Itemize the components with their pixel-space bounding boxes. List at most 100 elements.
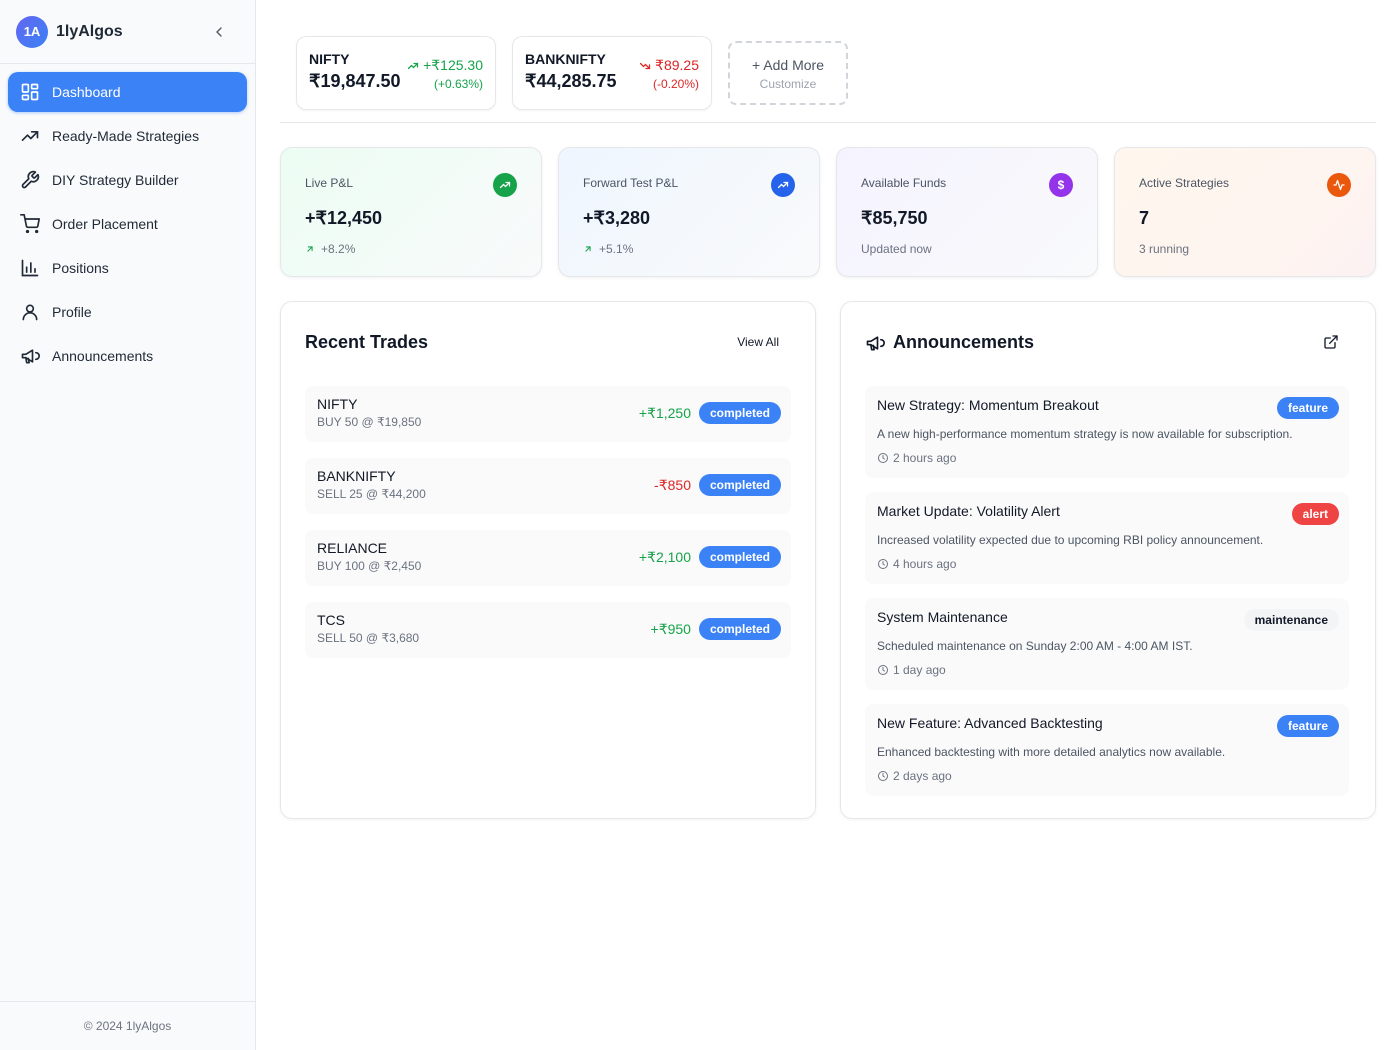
announcement-tag: alert: [1291, 503, 1339, 525]
stat-label: Forward Test P&L: [583, 176, 679, 190]
dollar-icon: $: [1049, 173, 1073, 197]
stat-value: 7: [1139, 208, 1150, 228]
trending-up-icon: [21, 131, 39, 141]
announcement-description: A new high-performance momentum strategy…: [877, 427, 1293, 441]
add-more-label: + Add More: [752, 57, 824, 73]
stat-card-live-pnl: Live P&L +₹12,450 +8.2%: [280, 147, 542, 277]
sidebar-nav: Dashboard Ready-Made Strategies DIY Stra…: [0, 64, 255, 388]
dashboard-icon: [21, 83, 39, 101]
arrow-up-right-icon: [307, 246, 313, 252]
trade-row[interactable]: RELIANCE BUY 100 @ ₹2,450 +₹2,100 comple…: [305, 530, 791, 586]
add-more-sublabel: Customize: [759, 77, 817, 91]
stat-value: ₹85,750: [861, 208, 928, 228]
trade-result: +₹1,250 completed: [639, 402, 781, 424]
sidebar-item-label: Order Placement: [52, 216, 158, 232]
user-icon: [22, 304, 38, 321]
trade-pnl: +₹950: [650, 620, 691, 637]
sidebar-item-label: Positions: [52, 260, 109, 276]
market-ticker-bar: NIFTY ₹19,847.50 +₹125.30 (+0.63%) BANKN…: [280, 0, 1376, 123]
announcement-item[interactable]: System Maintenance Scheduled maintenance…: [865, 598, 1349, 690]
announcement-tag: maintenance: [1243, 609, 1339, 631]
ticker-change-percent: (-0.20%): [652, 77, 699, 91]
announcement-item[interactable]: Market Update: Volatility Alert Increase…: [865, 492, 1349, 584]
stat-card-forward-test-pnl: Forward Test P&L +₹3,280 +5.1%: [558, 147, 820, 277]
announcement-time: 2 days ago: [877, 769, 1337, 783]
ticker-change-value: ₹89.25: [655, 57, 699, 73]
brand-logo[interactable]: 1A: [16, 15, 48, 48]
announcement-item[interactable]: New Feature: Advanced Backtesting Enhanc…: [865, 704, 1349, 796]
sidebar-item-order-placement[interactable]: Order Placement: [8, 204, 247, 244]
announcement-time: 4 hours ago: [877, 557, 1337, 571]
wrench-icon: [21, 170, 40, 189]
trade-result: +₹2,100 completed: [639, 546, 781, 568]
announcement-tag: feature: [1276, 397, 1339, 419]
view-all-button[interactable]: View All: [737, 335, 779, 349]
megaphone-icon: [21, 349, 40, 364]
announcement-time-text: 2 hours ago: [893, 451, 957, 465]
brand-header: 1A 1lyAlgos: [0, 0, 255, 64]
sidebar: 1A 1lyAlgos Dashboard Ready-Made Strateg…: [0, 0, 256, 1050]
trade-row[interactable]: BANKNIFTY SELL 25 @ ₹44,200 -₹850 comple…: [305, 458, 791, 514]
trade-row[interactable]: TCS SELL 50 @ ₹3,680 +₹950 completed: [305, 602, 791, 658]
sidebar-item-label: Announcements: [52, 348, 154, 364]
stat-label: Active Strategies: [1139, 176, 1230, 190]
brand-name: 1lyAlgos: [56, 22, 123, 40]
cart-icon: [20, 214, 40, 234]
status-badge: completed: [698, 474, 781, 496]
stat-value: +₹12,450: [305, 208, 383, 228]
trending-down-icon: [639, 62, 651, 69]
add-ticker-button[interactable]: + Add More Customize: [728, 41, 848, 105]
panel-title: Recent Trades: [305, 332, 429, 352]
ticker-card-banknifty[interactable]: BANKNIFTY ₹44,285.75 ₹89.25 (-0.20%): [512, 36, 712, 110]
sidebar-item-dashboard[interactable]: Dashboard: [8, 72, 247, 112]
sidebar-item-profile[interactable]: Profile: [8, 292, 247, 332]
stat-value: +₹3,280: [583, 208, 651, 228]
announcement-tag: feature: [1276, 715, 1339, 737]
announcement-time: 1 day ago: [877, 663, 1337, 677]
announcements-panel: Announcements New Strategy: Momentum Bre…: [840, 301, 1376, 819]
clock-icon: [878, 665, 888, 675]
trending-up-icon: [771, 173, 795, 197]
stat-change: +5.1%: [599, 242, 634, 256]
sidebar-item-positions[interactable]: Positions: [8, 248, 247, 288]
sidebar-item-diy-strategy-builder[interactable]: DIY Strategy Builder: [8, 160, 247, 200]
sidebar-item-label: DIY Strategy Builder: [52, 172, 179, 188]
arrow-up-right-icon: [585, 246, 591, 252]
announcement-item[interactable]: New Strategy: Momentum Breakout A new hi…: [865, 386, 1349, 478]
ticker-change-percent: (+0.63%): [433, 77, 483, 91]
status-badge: completed: [698, 546, 781, 568]
stat-card-active-strategies: Active Strategies 7 3 running: [1114, 147, 1376, 277]
announcement-time-text: 1 day ago: [893, 663, 946, 677]
stat-label: Available Funds: [861, 176, 947, 190]
status-badge: completed: [698, 618, 781, 640]
trade-pnl: +₹1,250: [638, 404, 691, 421]
panel-title-text: Announcements: [893, 332, 1035, 352]
ticker-card-nifty[interactable]: NIFTY ₹19,847.50 +₹125.30 (+0.63%): [296, 36, 496, 110]
announcement-description: Increased volatility expected due to upc…: [877, 533, 1264, 547]
sidebar-footer: © 2024 1lyAlgos: [0, 1001, 255, 1050]
stat-card-available-funds: Available Funds ₹85,750 Updated now $: [836, 147, 1098, 277]
clock-icon: [878, 559, 888, 569]
ticker-change-value: +₹125.30: [423, 57, 483, 73]
ticker-change: ₹89.25 (-0.20%): [639, 57, 699, 91]
bar-chart-icon: [21, 259, 39, 277]
sidebar-item-ready-made-strategies[interactable]: Ready-Made Strategies: [8, 116, 247, 156]
clock-icon: [878, 453, 888, 463]
activity-icon: [1327, 173, 1351, 197]
announcement-time-text: 2 days ago: [893, 769, 952, 783]
ticker-change: +₹125.30 (+0.63%): [407, 57, 483, 91]
announcement-description: Enhanced backtesting with more detailed …: [877, 745, 1226, 759]
status-badge: completed: [698, 402, 781, 424]
external-link-icon: [1324, 335, 1338, 349]
trade-row[interactable]: NIFTY BUY 50 @ ₹19,850 +₹1,250 completed: [305, 386, 791, 442]
sidebar-item-announcements[interactable]: Announcements: [8, 336, 247, 376]
announcement-description: Scheduled maintenance on Sunday 2:00 AM …: [877, 639, 1193, 653]
announcement-time: 2 hours ago: [877, 451, 1337, 465]
trending-up-icon: [407, 62, 419, 69]
announcement-title: Market Update: Volatility Alert: [877, 503, 1060, 519]
stat-subtext: +8.2%: [305, 242, 517, 256]
collapse-sidebar-button[interactable]: [207, 20, 231, 44]
open-announcements-button[interactable]: [1323, 334, 1339, 355]
trade-result: +₹950 completed: [651, 618, 781, 640]
trade-pnl: +₹2,100: [638, 548, 691, 565]
